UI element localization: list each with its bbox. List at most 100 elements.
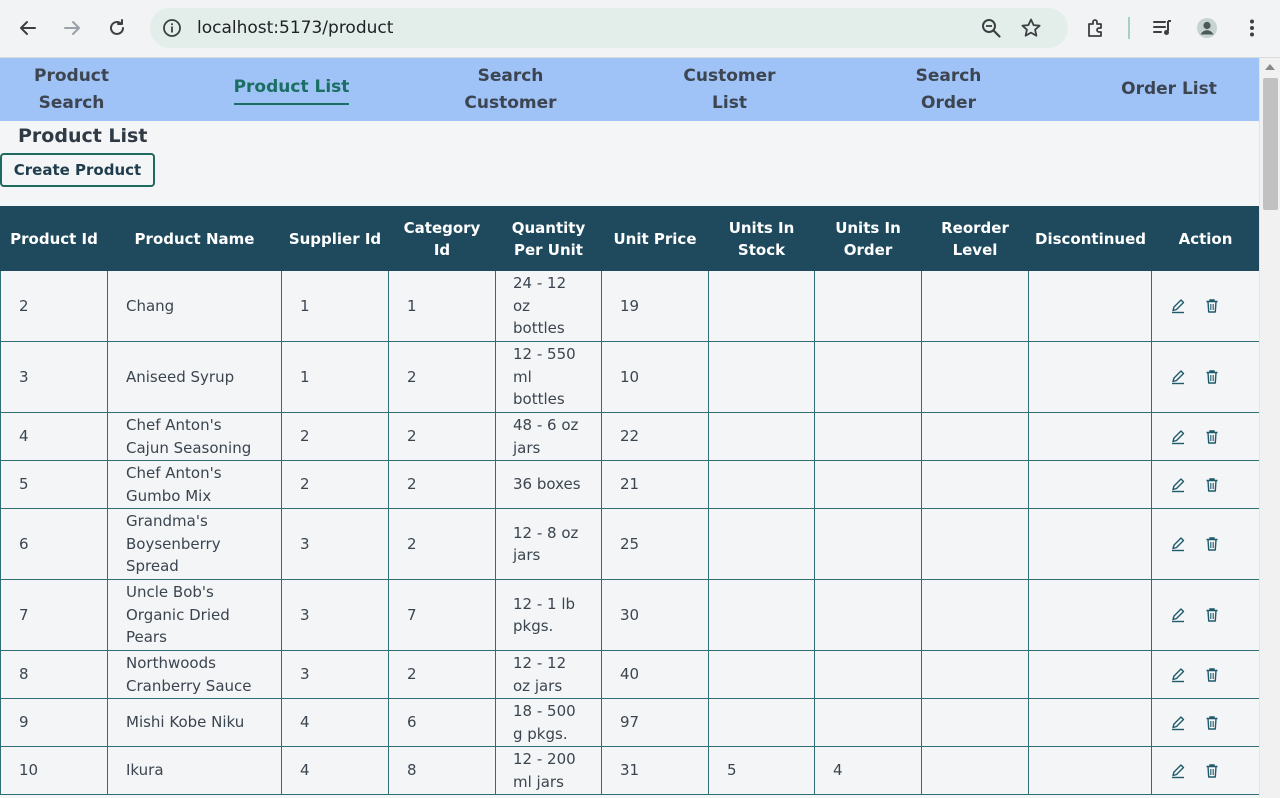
column-header[interactable]: Quantity Per Unit [495,206,602,271]
back-icon[interactable] [14,14,42,42]
cell-supplier: 1 [281,270,389,342]
forward-icon[interactable] [58,14,86,42]
cell-discontinued [1028,460,1152,509]
column-header[interactable]: Units In Stock [708,206,815,271]
column-header[interactable]: Category Id [388,206,496,271]
cell-supplier: 1 [281,341,389,413]
cell-qty: 36 boxes [495,460,602,509]
cell-category: 6 [388,698,496,747]
media-control-icon[interactable] [1149,15,1175,41]
cell-action [1151,746,1259,795]
edit-icon[interactable] [1170,429,1186,445]
more-menu-icon[interactable] [1239,15,1265,41]
edit-icon[interactable] [1170,298,1186,314]
cell-category: 2 [388,412,496,461]
cell-qty: 18 - 500 g pkgs. [495,698,602,747]
cell-category: 8 [388,746,496,795]
nav-label[interactable]: Search Order [914,63,984,117]
nav-label[interactable]: Product List [233,74,350,105]
cell-id: 9 [0,698,108,747]
cell-supplier: 4 [281,746,389,795]
url-text[interactable]: localhost:5173/product [197,18,393,38]
delete-icon[interactable] [1204,298,1220,314]
cell-discontinued [1028,341,1152,413]
column-header-label: Quantity Per Unit [511,218,586,259]
delete-icon[interactable] [1204,429,1220,445]
scroll-up-icon[interactable] [1265,64,1275,70]
cell-price: 31 [601,746,709,795]
cell-category: 7 [388,579,496,651]
column-header[interactable]: Units In Order [814,206,922,271]
cell-id: 8 [0,650,108,699]
column-header[interactable]: Product Name [107,206,282,271]
delete-icon[interactable] [1204,369,1220,385]
cell-stock [708,341,815,413]
scrollbar-thumb[interactable] [1263,78,1278,210]
cell-name: Northwoods Cranberry Sauce [107,650,282,699]
bookmark-star-icon[interactable] [1020,17,1042,39]
delete-icon[interactable] [1204,607,1220,623]
cell-price: 21 [601,460,709,509]
delete-icon[interactable] [1204,536,1220,552]
nav-product-list[interactable]: Product List [219,58,364,121]
nav-search-customer[interactable]: Search Customer [438,58,583,121]
cell-category: 2 [388,341,496,413]
cell-discontinued [1028,412,1152,461]
cell-reorder [921,698,1029,747]
browser-toolbar: localhost:5173/product [0,0,1280,58]
cell-stock: 5 [708,746,815,795]
table-row: 4 Chef Anton's Cajun Seasoning 2 2 48 - 6 oz… [0,412,1259,461]
column-header-label: Category Id [403,218,481,259]
site-info-icon[interactable] [162,18,182,38]
nav-label[interactable]: Customer List [682,63,777,117]
cell-supplier: 3 [281,579,389,651]
edit-icon[interactable] [1170,536,1186,552]
edit-icon[interactable] [1170,715,1186,731]
column-header-label: Units In Stock [728,218,795,259]
cell-discontinued [1028,508,1152,580]
nav-label[interactable]: Order List [1121,76,1217,103]
vertical-scrollbar[interactable] [1259,58,1280,798]
cell-supplier: 2 [281,412,389,461]
nav-customer-list[interactable]: Customer List [657,58,802,121]
cell-id: 5 [0,460,108,509]
delete-icon[interactable] [1204,763,1220,779]
column-header[interactable]: Supplier Id [281,206,389,271]
nav-order-list[interactable]: Order List [1095,58,1243,121]
edit-icon[interactable] [1170,477,1186,493]
cell-action [1151,508,1259,580]
cell-supplier: 4 [281,698,389,747]
nav-label[interactable]: Search Customer [461,63,561,117]
cell-price: 30 [601,579,709,651]
cell-qty: 12 - 200 ml jars [495,746,602,795]
cell-supplier: 2 [281,460,389,509]
profile-avatar-icon[interactable] [1194,15,1220,41]
delete-icon[interactable] [1204,715,1220,731]
column-header[interactable]: Product Id [0,206,108,271]
create-product-button[interactable]: Create Product [0,153,155,187]
reload-icon[interactable] [103,14,131,42]
cell-name: Chef Anton's Gumbo Mix [107,460,282,509]
column-header[interactable]: Unit Price [601,206,709,271]
edit-icon[interactable] [1170,667,1186,683]
cell-qty: 12 - 12 oz jars [495,650,602,699]
zoom-icon[interactable] [980,17,1002,39]
column-header[interactable]: Discontinued [1028,206,1152,271]
cell-reorder [921,270,1029,342]
edit-icon[interactable] [1170,763,1186,779]
cell-order [814,508,922,580]
nav-search-order[interactable]: Search Order [876,58,1021,121]
nav-label[interactable]: Product Search [27,63,117,117]
extensions-icon[interactable] [1083,15,1109,41]
edit-icon[interactable] [1170,369,1186,385]
edit-icon[interactable] [1170,607,1186,623]
address-bar[interactable]: localhost:5173/product [150,8,1068,48]
delete-icon[interactable] [1204,667,1220,683]
cell-name: Chang [107,270,282,342]
nav-product-search[interactable]: Product Search [0,58,143,121]
cell-name: Grandma's Boysenberry Spread [107,508,282,580]
column-header[interactable]: Reorder Level [921,206,1029,271]
table-row: 5 Chef Anton's Gumbo Mix 2 2 36 boxes 21 [0,460,1259,509]
delete-icon[interactable] [1204,477,1220,493]
cell-qty: 12 - 550 ml bottles [495,341,602,413]
